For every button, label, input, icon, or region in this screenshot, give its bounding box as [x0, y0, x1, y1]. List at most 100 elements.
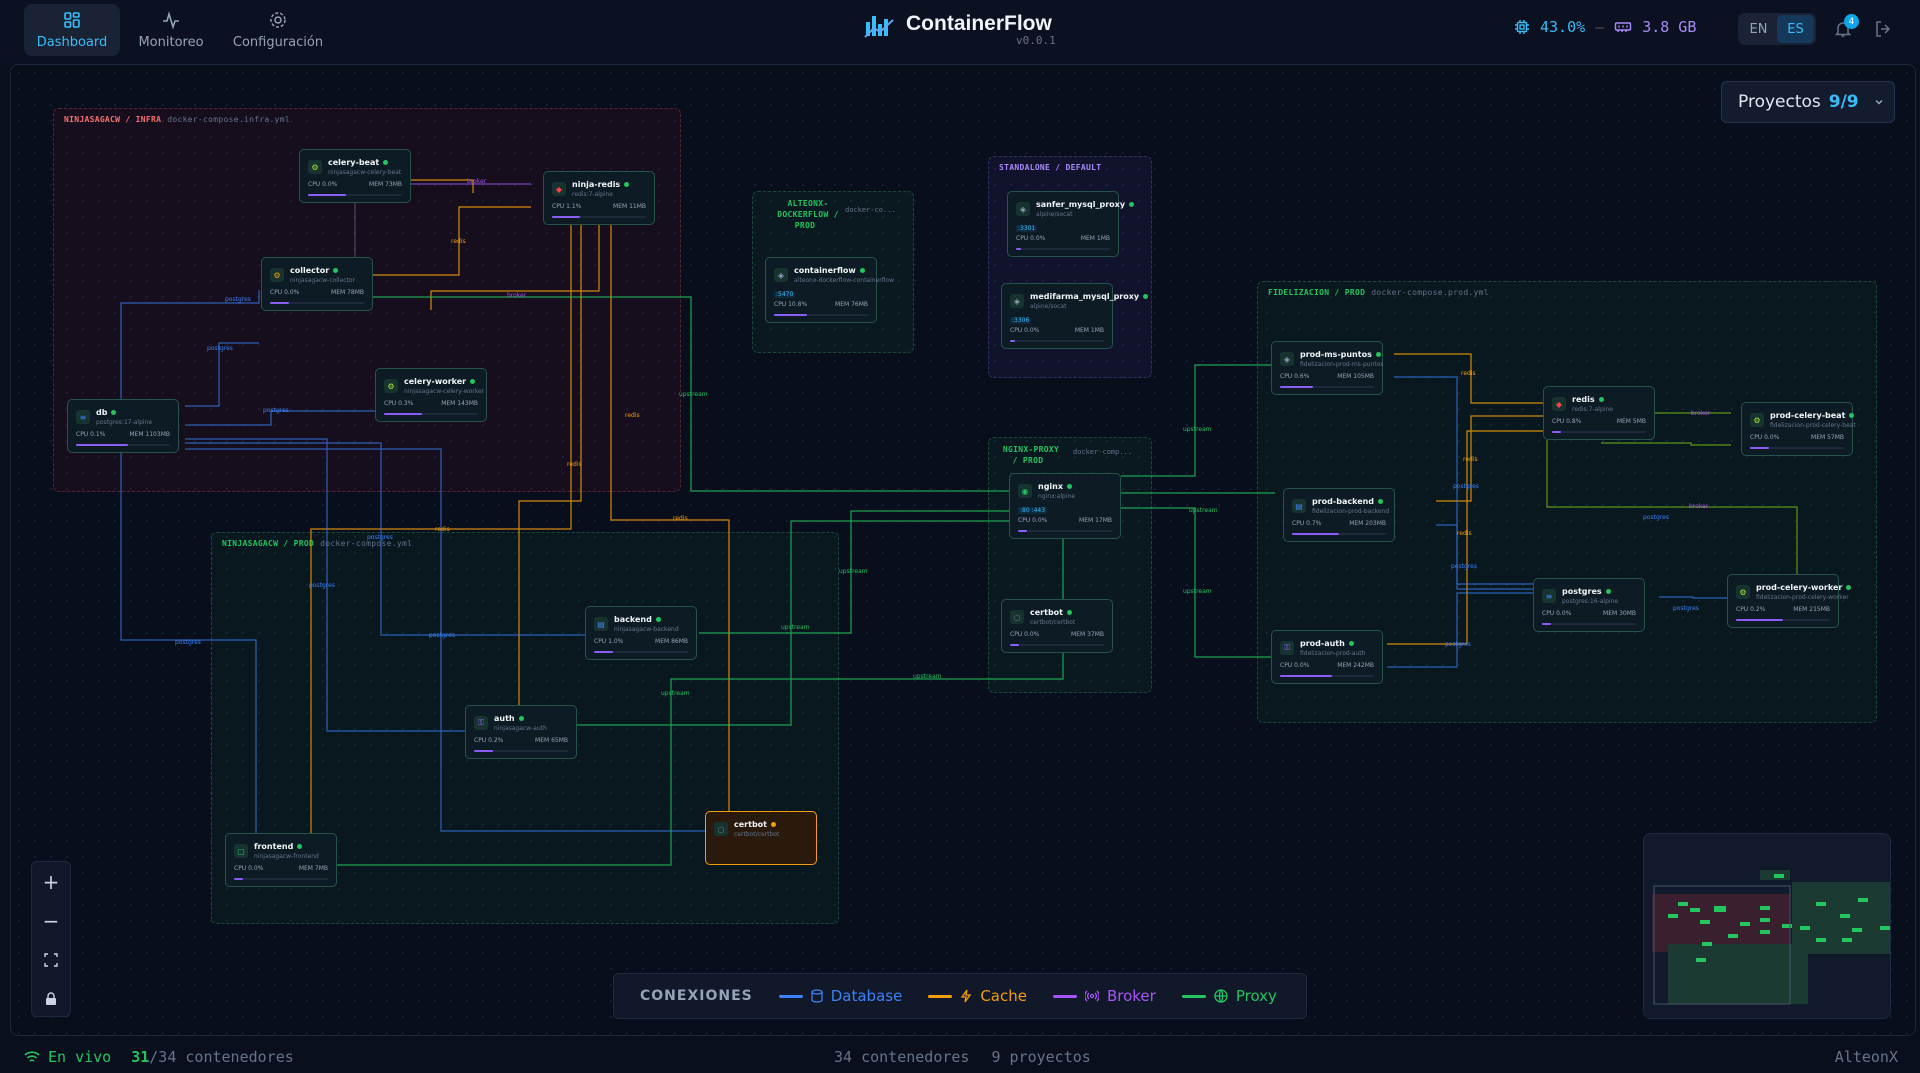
node-image: alteonx-dockerflow-containerflow	[794, 277, 895, 284]
container-node-prod-backend[interactable]: ▤ prod-backend fidelizacion-prod-backend CP…	[1283, 488, 1395, 542]
service-icon: ◈	[774, 268, 788, 282]
footer-brand: AlteonX	[1834, 1048, 1898, 1066]
logout-button[interactable]	[1874, 20, 1892, 42]
container-node-certbot[interactable]: ○ certbot certbot/certbot	[705, 811, 817, 865]
node-mem: MEM 37MB	[1071, 631, 1104, 638]
container-node-certbot[interactable]: ○ certbot certbot/certbot CPU 0.0% MEM 37MB	[1001, 599, 1113, 653]
memory-bar	[1010, 644, 1104, 646]
containers-total: 34 contenedores	[834, 1048, 970, 1066]
node-image: ninjasagacw-celery-worker	[404, 388, 485, 395]
service-icon: ◆	[552, 182, 566, 196]
node-name: celery-beat	[328, 158, 389, 167]
node-cpu: CPU 0.0%	[1016, 235, 1046, 242]
node-mem: MEM 242MB	[1337, 662, 1374, 669]
edge-label-postgres: postgres	[175, 639, 201, 646]
status-dot	[333, 268, 339, 273]
running-count: 31	[131, 1048, 150, 1066]
gear-icon	[270, 12, 286, 28]
service-icon: ▢	[234, 844, 248, 858]
container-node-celery-beat[interactable]: ⚙ celery-beat ninjasagacw-celery-beat CPU 0…	[299, 149, 411, 203]
container-node-prod-celery-beat[interactable]: ⚙ prod-celery-beat fidelizacion-prod-celer…	[1741, 402, 1856, 456]
container-node-auth[interactable]: ⚿ auth ninjasagacw-auth CPU 0.2% MEM 65MB	[465, 705, 577, 759]
node-mem: MEM 30MB	[1603, 610, 1636, 617]
memory-bar	[76, 444, 170, 446]
edge-label-upstream: upstream	[1183, 426, 1212, 433]
node-mem: MEM 11MB	[613, 203, 646, 210]
container-node-celery-worker[interactable]: ⚙ celery-worker ninjasagacw-celery-worker C…	[375, 368, 487, 422]
container-node-redis[interactable]: ◆ redis redis:7-alpine CPU 0.8% MEM 5MB	[1543, 386, 1655, 440]
projects-dropdown[interactable]: Proyectos 9/9	[1721, 81, 1895, 123]
container-node-prod-celery-worker[interactable]: ⚙ prod-celery-worker fidelizacion-prod-cel…	[1727, 574, 1852, 628]
memory-bar	[474, 750, 568, 752]
topology-canvas[interactable]: NINJASAGACW / INFRA docker-compose.infra.…	[10, 64, 1916, 1036]
edge-label-upstream: upstream	[1183, 588, 1212, 595]
edge-label-postgres: postgres	[1453, 483, 1479, 490]
node-image: ninjasagacw-collector	[290, 277, 356, 284]
container-node-containerflow[interactable]: ◈ containerflow alteonx-dockerflow-contain…	[765, 257, 894, 323]
container-node-backend[interactable]: ▤ backend ninjasagacw-backend CPU 1.0% MEM 8…	[585, 606, 697, 660]
zoom-in-button[interactable]: +	[32, 862, 70, 901]
notifications-button[interactable]: 4	[1834, 14, 1859, 40]
projects-total: 9 proyectos	[991, 1048, 1091, 1066]
service-icon: ◈	[1016, 202, 1030, 216]
service-icon: ⚙	[1750, 413, 1764, 427]
service-icon: ⚿	[1280, 641, 1294, 655]
node-name: medifarma_mysql_proxy	[1030, 292, 1149, 301]
node-cpu: CPU 0.3%	[384, 400, 414, 407]
container-node-sanfer_mysql_proxy[interactable]: ◈ sanfer_mysql_proxy alpine/socat:3301 CPU …	[1007, 191, 1135, 257]
tab-label: Dashboard	[36, 35, 108, 50]
node-mem: MEM 1103MB	[129, 431, 170, 438]
node-image: fidelizacion-prod-celery-beat	[1770, 422, 1856, 429]
memory-bar	[1552, 431, 1646, 433]
legend-item-cache: Cache	[928, 987, 1027, 1005]
tab-dashboard[interactable]: Dashboard	[24, 4, 120, 56]
node-name: certbot	[1030, 608, 1072, 617]
node-image: redis:7-alpine	[1572, 406, 1613, 413]
zoom-out-button[interactable]: −	[32, 901, 70, 940]
lang-es-button[interactable]: ES	[1777, 15, 1814, 43]
container-node-ninja-redis[interactable]: ◆ ninja-redis redis:7-alpine CPU 1.1% MEM 11…	[543, 171, 655, 225]
chevron-down-icon	[1875, 99, 1883, 105]
node-cpu: CPU 0.0%	[1750, 434, 1780, 441]
memory-bar	[1736, 619, 1830, 621]
node-image: alpine/socat	[1030, 303, 1067, 310]
node-name: db	[96, 408, 117, 417]
minimap[interactable]	[1643, 833, 1891, 1019]
container-node-nginx[interactable]: ◉ nginx nginx:alpine:80 :443 CPU 0.0% MEM 17…	[1009, 473, 1121, 539]
memory-bar	[1542, 623, 1636, 625]
globe-icon	[1214, 989, 1228, 1003]
memory-value: 3.8 GB	[1642, 18, 1697, 36]
edge-label-upstream: upstream	[839, 568, 868, 575]
node-mem: MEM 76MB	[835, 301, 868, 308]
container-node-collector[interactable]: ⚙ collector ninjasagacw-collector CPU 0.0% M…	[261, 257, 373, 311]
service-icon: ○	[1010, 610, 1024, 624]
status-dot	[1129, 202, 1135, 207]
container-node-medifarma_mysql_proxy[interactable]: ◈ medifarma_mysql_proxy alpine/socat:3306 C…	[1001, 283, 1149, 349]
node-mem: MEM 65MB	[535, 737, 568, 744]
wifi-icon	[24, 1051, 40, 1062]
container-node-db[interactable]: ≡ db postgres:17-alpine CPU 0.1% MEM 1103MB	[67, 399, 179, 453]
status-dot	[1067, 484, 1073, 489]
container-node-prod-auth[interactable]: ⚿ prod-auth fidelizacion-prod-auth CPU 0.0%…	[1271, 630, 1383, 684]
node-image: ninjasagacw-auth	[494, 725, 547, 732]
tab-configuracion[interactable]: Configuración	[228, 4, 328, 56]
container-node-postgres[interactable]: ≡ postgres postgres:16-alpine CPU 0.0% MEM 3…	[1533, 578, 1645, 632]
edge-label-upstream: upstream	[661, 690, 690, 697]
node-image: postgres:16-alpine	[1562, 598, 1619, 605]
container-node-prod-ms-puntos[interactable]: ◈ prod-ms-puntos fidelizacion-prod-ms-punt…	[1271, 341, 1384, 395]
brand: ContainerFlow v0.0.1	[864, 10, 1056, 47]
node-name: redis	[1572, 395, 1604, 404]
container-node-frontend[interactable]: ▢ frontend ninjasagacw-frontend CPU 0.0% MEM…	[225, 833, 337, 887]
tab-label: Monitoreo	[138, 35, 204, 50]
node-name: auth	[494, 714, 524, 723]
node-cpu: CPU 0.7%	[1292, 520, 1322, 527]
node-image: ninjasagacw-celery-beat	[328, 169, 402, 176]
node-cpu: CPU 0.2%	[474, 737, 504, 744]
edge-label-postgres: postgres	[225, 296, 251, 303]
tab-monitoreo[interactable]: Monitoreo	[130, 4, 212, 56]
edge-label-redis: redis	[451, 238, 466, 245]
node-mem: MEM 78MB	[331, 289, 364, 296]
fit-view-button[interactable]	[32, 940, 70, 979]
lang-en-button[interactable]: EN	[1740, 15, 1777, 43]
lock-button[interactable]	[32, 979, 70, 1018]
